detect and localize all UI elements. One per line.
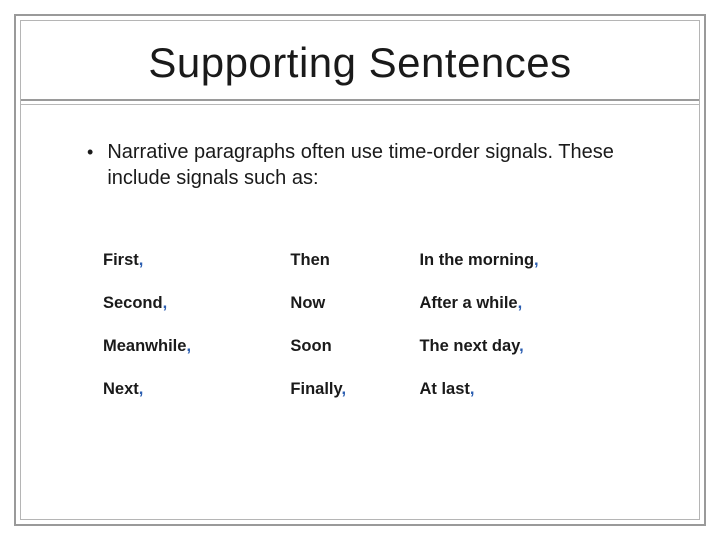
bullet-marker: • — [87, 139, 93, 165]
signal-cell: At last, — [411, 368, 655, 411]
signals-table: First, Then In the morning, Second, Now … — [95, 239, 655, 411]
signal-comma: , — [341, 380, 346, 398]
signal-comma: , — [534, 251, 539, 269]
signal-comma: , — [163, 294, 168, 312]
signal-comma: , — [186, 337, 191, 355]
bullet-text: Narrative paragraphs often use time-orde… — [107, 139, 659, 191]
signal-cell: Meanwhile, — [95, 325, 282, 368]
title-divider-inner — [21, 104, 699, 105]
table-row: Meanwhile, Soon The next day, — [95, 325, 655, 368]
signal-word: Soon — [290, 337, 331, 355]
title-divider — [21, 99, 699, 105]
signal-cell: The next day, — [411, 325, 655, 368]
signal-cell: Second, — [95, 282, 282, 325]
signal-word: Meanwhile — [103, 337, 186, 355]
table-row: Second, Now After a while, — [95, 282, 655, 325]
signal-cell: Soon — [282, 325, 411, 368]
signal-comma: , — [139, 380, 144, 398]
table-row: Next, Finally, At last, — [95, 368, 655, 411]
signal-cell: Finally, — [282, 368, 411, 411]
slide-container: Supporting Sentences • Narrative paragra… — [0, 0, 720, 540]
signal-cell: Next, — [95, 368, 282, 411]
signal-word: Second — [103, 294, 163, 312]
table-row: First, Then In the morning, — [95, 239, 655, 282]
signal-comma: , — [518, 294, 523, 312]
signal-cell: First, — [95, 239, 282, 282]
signal-word: In the morning — [419, 251, 534, 269]
bullet-item: • Narrative paragraphs often use time-or… — [61, 139, 659, 191]
signal-comma: , — [139, 251, 144, 269]
signal-word: Now — [290, 294, 325, 312]
signal-cell: Then — [282, 239, 411, 282]
signal-word: At last — [419, 380, 469, 398]
frame-inner: Supporting Sentences • Narrative paragra… — [20, 20, 700, 520]
signal-word: After a while — [419, 294, 517, 312]
signal-word: The next day — [419, 337, 519, 355]
signal-comma: , — [470, 380, 475, 398]
signal-cell: After a while, — [411, 282, 655, 325]
signal-word: First — [103, 251, 139, 269]
signal-cell: In the morning, — [411, 239, 655, 282]
signal-word: Finally — [290, 380, 341, 398]
signal-word: Then — [290, 251, 329, 269]
frame-outer: Supporting Sentences • Narrative paragra… — [14, 14, 706, 526]
slide-title: Supporting Sentences — [61, 39, 659, 87]
signal-comma: , — [519, 337, 524, 355]
signal-word: Next — [103, 380, 139, 398]
signal-cell: Now — [282, 282, 411, 325]
